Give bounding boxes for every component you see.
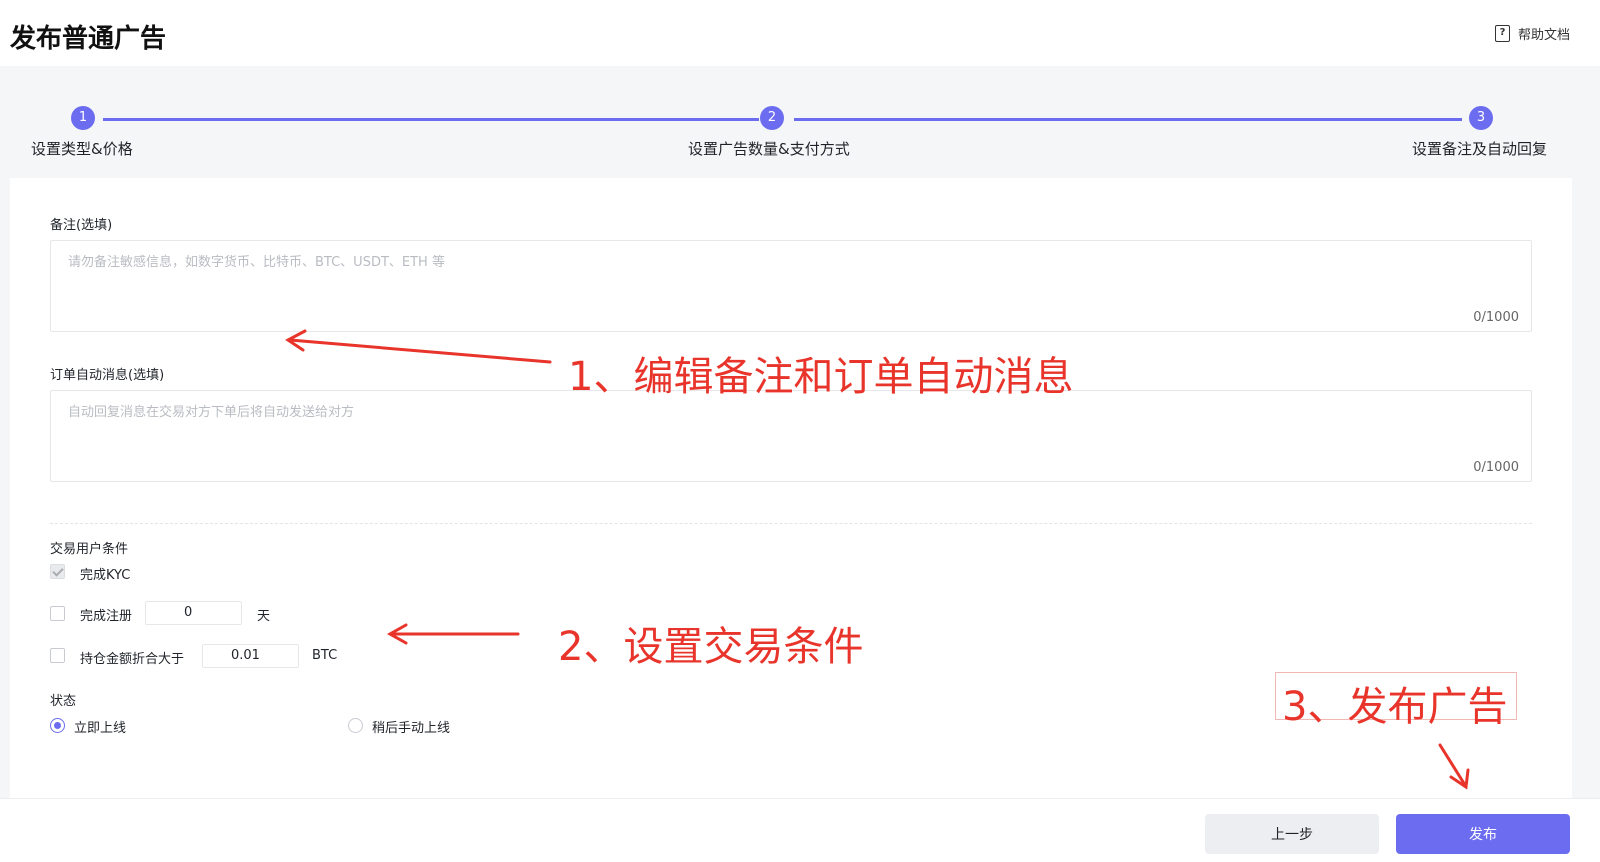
annotation-3: 3、发布广告	[1282, 684, 1508, 730]
auto-message-placeholder: 自动回复消息在交易对方下单后将自动发送给对方	[68, 405, 355, 420]
kyc-checkbox[interactable]	[50, 564, 65, 579]
step-3-label: 设置备注及自动回复	[1412, 140, 1548, 158]
help-icon: ?	[1494, 25, 1510, 42]
holding-amount-input[interactable]: 0.01	[202, 644, 299, 668]
status-radio-manual-later[interactable]	[348, 718, 363, 733]
status-radio-online-now[interactable]	[50, 718, 65, 733]
section-divider	[50, 523, 1532, 524]
publish-button[interactable]: 发布	[1396, 814, 1570, 854]
auto-message-textarea[interactable]: 自动回复消息在交易对方下单后将自动发送给对方 0/1000	[50, 390, 1532, 482]
remark-char-counter: 0/1000	[1473, 310, 1519, 325]
step-1-indicator: 1	[71, 106, 95, 130]
holding-amount-unit: BTC	[312, 648, 338, 663]
register-label: 完成注册	[80, 609, 133, 624]
status-manual-later-label: 稍后手动上线	[372, 721, 451, 736]
remark-placeholder: 请勿备注敏感信息，如数字货币、比特币、BTC、USDT、ETH 等	[68, 255, 445, 270]
holding-label: 持仓金额折合大于	[80, 652, 185, 667]
help-docs-label: 帮助文档	[1517, 28, 1570, 43]
register-days-unit: 天	[257, 609, 271, 624]
register-days-input[interactable]: 0	[145, 601, 242, 625]
progress-stepper: 1 2 3 设置类型&价格 设置广告数量&支付方式 设置备注及自动回复	[0, 66, 1600, 178]
footer-bar: 上一步 发布	[0, 798, 1600, 862]
holding-checkbox[interactable]	[50, 648, 65, 663]
previous-step-button[interactable]: 上一步	[1205, 814, 1379, 854]
step-3-indicator: 3	[1469, 106, 1493, 130]
step-2-label: 设置广告数量&支付方式	[688, 140, 850, 158]
conditions-title: 交易用户条件	[50, 542, 129, 557]
register-checkbox[interactable]	[50, 606, 65, 621]
help-docs-link[interactable]: ? 帮助文档	[1494, 24, 1570, 43]
remark-textarea[interactable]: 请勿备注敏感信息，如数字货币、比特币、BTC、USDT、ETH 等 0/1000	[50, 240, 1532, 332]
status-title: 状态	[50, 694, 77, 709]
page-header: 发布普通广告 ? 帮助文档	[0, 0, 1600, 66]
kyc-label: 完成KYC	[80, 568, 131, 583]
step-1-label: 设置类型&价格	[31, 140, 133, 158]
auto-message-char-counter: 0/1000	[1473, 460, 1519, 475]
page-title: 发布普通广告	[10, 24, 167, 54]
remark-label: 备注(选填)	[50, 218, 113, 233]
step-2-indicator: 2	[760, 106, 784, 130]
auto-message-label: 订单自动消息(选填)	[50, 368, 165, 383]
status-online-now-label: 立即上线	[74, 721, 127, 736]
annotation-1: 1、编辑备注和订单自动消息	[568, 354, 1074, 400]
step-connector-1	[103, 118, 759, 121]
step-connector-2	[794, 118, 1462, 121]
annotation-2: 2、设置交易条件	[558, 624, 864, 670]
